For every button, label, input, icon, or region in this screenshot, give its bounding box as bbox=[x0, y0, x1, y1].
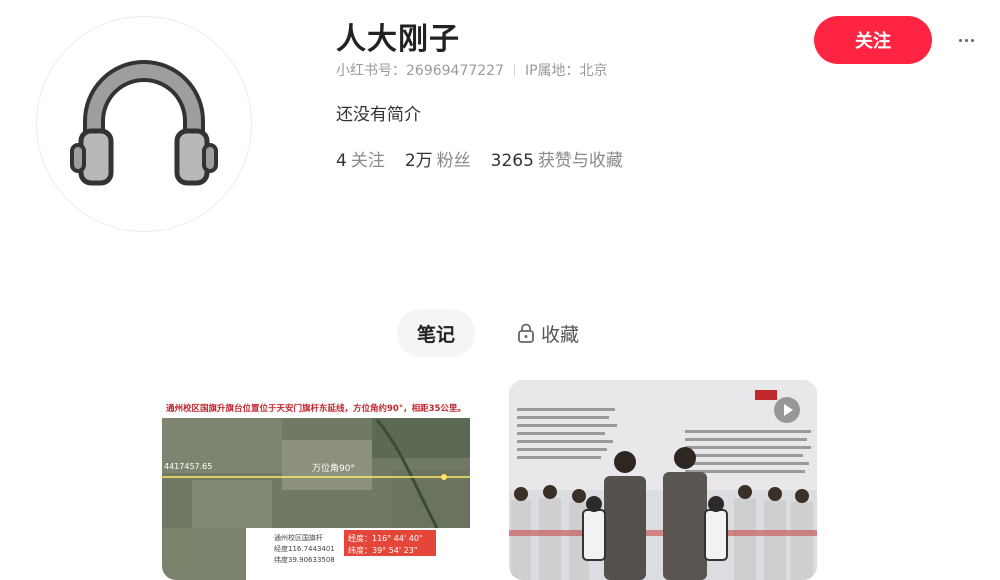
map-box1-line2: 经度116.7443401 bbox=[274, 544, 335, 553]
profile-stats: 4 关注 2万 粉丝 3265 获赞与收藏 bbox=[336, 146, 623, 171]
ip-location: IP属地：北京 bbox=[524, 63, 608, 79]
stat-likes: 3265 获赞与收藏 bbox=[491, 146, 623, 171]
stat-following-label: 关注 bbox=[350, 151, 385, 171]
redbook-id: 小红书号：26969477227 bbox=[336, 63, 504, 79]
tab-collections-label: 收藏 bbox=[541, 323, 580, 346]
stat-following[interactable]: 4 关注 bbox=[336, 146, 385, 171]
map-box1-line1: 通州校区国旗杆 bbox=[274, 533, 323, 542]
play-icon[interactable] bbox=[773, 396, 801, 424]
more-horizontal-icon[interactable] bbox=[954, 28, 978, 52]
stat-followers[interactable]: 2万 粉丝 bbox=[405, 146, 471, 171]
profile-meta: 小红书号：26969477227 IP属地：北京 bbox=[336, 60, 608, 80]
lock-icon bbox=[518, 323, 534, 343]
avatar[interactable] bbox=[36, 16, 252, 232]
stat-likes-label: 获赞与收藏 bbox=[537, 151, 623, 171]
tab-notes-label: 笔记 bbox=[417, 323, 456, 346]
meta-divider bbox=[513, 63, 515, 77]
stat-followers-count: 2万 bbox=[404, 151, 433, 171]
tab-notes[interactable]: 笔记 bbox=[397, 309, 476, 357]
tab-collections[interactable]: 收藏 bbox=[497, 309, 599, 357]
note-card-video[interactable] bbox=[509, 380, 817, 580]
note-video-thumbnail bbox=[509, 380, 817, 580]
profile-tabs: 笔记 收藏 bbox=[397, 309, 599, 357]
profile-bio: 还没有简介 bbox=[336, 105, 421, 125]
map-caption: 通州校区国旗升旗台位置位于天安门旗杆东延线，方位角约90°，相距35公里。 bbox=[166, 403, 466, 414]
profile-nickname: 人大刚子 bbox=[336, 22, 460, 57]
stat-likes-count: 3265 bbox=[490, 151, 534, 171]
follow-button[interactable]: 关注 bbox=[814, 16, 932, 64]
stat-followers-label: 粉丝 bbox=[436, 151, 471, 171]
map-box2-line2: 纬度：39° 54' 23" bbox=[348, 545, 418, 555]
map-mid-label: 万位角90° bbox=[312, 462, 355, 474]
note-card-map[interactable]: 通州校区国旗升旗台位置位于天安门旗杆东延线，方位角约90°，相距35公里。 万位… bbox=[162, 380, 470, 580]
headphones-icon bbox=[70, 60, 218, 186]
map-coord-left: 4417457.65 bbox=[164, 462, 212, 471]
note-map-image: 通州校区国旗升旗台位置位于天安门旗杆东延线，方位角约90°，相距35公里。 万位… bbox=[162, 380, 470, 580]
map-box2-line1: 经度：116° 44' 40" bbox=[348, 533, 423, 543]
stat-following-count: 4 bbox=[336, 151, 347, 171]
